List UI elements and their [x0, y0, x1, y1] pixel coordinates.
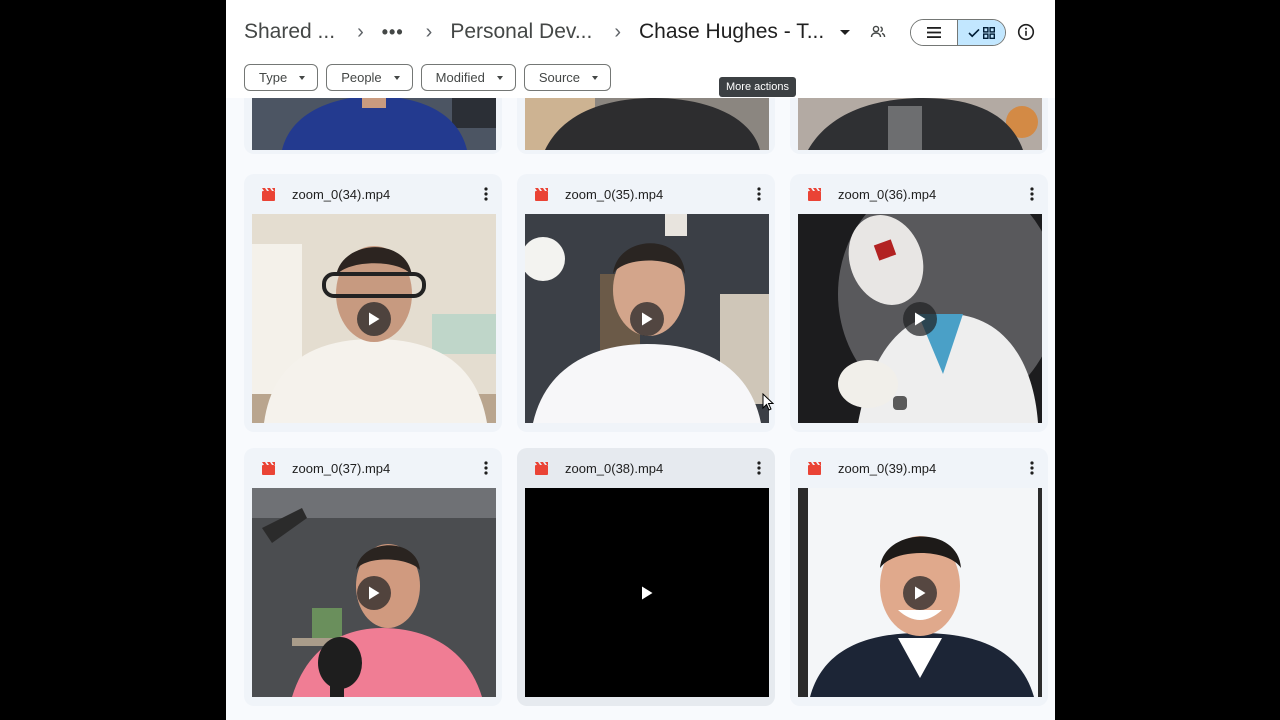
breadcrumb: Shared ... › ••• › Personal Dev... › Cha… [244, 14, 886, 50]
file-card-header: zoom_0(38).mp4 [517, 448, 775, 488]
video-thumbnail[interactable] [525, 488, 769, 697]
more-vert-icon[interactable] [1030, 461, 1034, 475]
filter-modified[interactable]: Modified [420, 64, 516, 91]
filter-label: Type [259, 70, 288, 85]
more-actions-tooltip: More actions [719, 77, 796, 97]
chevron-right-icon: › [357, 20, 364, 43]
mouse-pointer-icon [762, 393, 774, 411]
video-thumbnail[interactable] [252, 488, 496, 697]
file-name: zoom_0(39).mp4 [838, 460, 937, 476]
filter-people[interactable]: People [326, 64, 413, 91]
file-card-header: zoom_0(34).mp4 [244, 174, 502, 214]
video-thumbnail[interactable] [798, 488, 1042, 697]
folder-menu-dropdown-icon[interactable] [840, 29, 851, 35]
play-icon [369, 586, 380, 599]
file-card-header: zoom_0(39).mp4 [790, 448, 1048, 488]
play-icon [915, 586, 926, 599]
more-vert-icon[interactable] [1030, 187, 1034, 201]
play-button[interactable] [903, 301, 937, 336]
grid-view-button[interactable] [958, 20, 1005, 45]
check-icon [968, 28, 980, 37]
video-thumbnail[interactable] [798, 214, 1042, 423]
play-icon [915, 312, 926, 325]
file-card[interactable]: zoom_0(36).mp4 [790, 174, 1048, 432]
info-icon [1017, 23, 1035, 41]
filter-source[interactable]: Source [523, 64, 612, 91]
video-file-icon [535, 461, 548, 475]
arrow-drop-down-icon [393, 75, 400, 80]
video-file-icon [808, 461, 821, 475]
video-thumbnail[interactable] [525, 98, 769, 150]
file-card-header: zoom_0(37).mp4 [244, 448, 502, 488]
file-card[interactable]: zoom_0(38).mp4 [517, 448, 775, 706]
file-card-partial[interactable] [244, 98, 502, 154]
more-vert-icon[interactable] [484, 461, 488, 475]
play-button[interactable] [630, 576, 664, 610]
video-thumbnail[interactable] [525, 214, 769, 423]
filter-label: People [341, 70, 382, 85]
list-view-icon [927, 27, 941, 38]
breadcrumb-personal-dev[interactable]: Personal Dev... [450, 20, 592, 44]
filter-type[interactable]: Type [244, 64, 319, 91]
file-name: zoom_0(38).mp4 [565, 460, 664, 476]
video-thumbnail[interactable] [252, 98, 496, 150]
file-card-header: zoom_0(36).mp4 [790, 174, 1048, 214]
video-thumbnail[interactable] [798, 98, 1042, 150]
play-icon [642, 586, 653, 599]
list-view-button[interactable] [911, 20, 958, 45]
arrow-drop-down-icon [299, 75, 306, 80]
play-button[interactable] [357, 575, 391, 610]
chevron-right-icon: › [425, 20, 433, 43]
breadcrumb-current-folder[interactable]: Chase Hughes - T... [639, 20, 824, 44]
breadcrumb-overflow[interactable]: ••• [382, 22, 404, 43]
file-card-partial[interactable] [790, 98, 1048, 154]
info-button[interactable] [1017, 23, 1035, 46]
file-card[interactable]: zoom_0(34).mp4 [244, 174, 502, 432]
file-card-header: zoom_0(35).mp4 [517, 174, 775, 214]
file-card[interactable]: zoom_0(39).mp4 [790, 448, 1048, 706]
video-thumbnail[interactable] [252, 214, 496, 423]
play-button[interactable] [630, 301, 664, 336]
arrow-drop-down-icon [592, 75, 599, 80]
arrow-drop-down-icon [496, 75, 503, 80]
video-file-icon [262, 187, 275, 201]
drive-window: Shared ... › ••• › Personal Dev... › Cha… [226, 0, 1055, 720]
header: Shared ... › ••• › Personal Dev... › Cha… [226, 0, 1055, 98]
more-vert-icon[interactable] [757, 187, 761, 201]
shared-people-icon[interactable] [870, 25, 886, 39]
video-file-icon [535, 187, 548, 201]
filter-bar: Type People Modified Source [244, 64, 612, 91]
filter-label: Modified [435, 70, 485, 85]
breadcrumb-shared[interactable]: Shared ... [244, 20, 335, 44]
video-file-icon [808, 187, 821, 201]
play-icon [369, 312, 380, 325]
more-vert-icon[interactable] [757, 461, 761, 475]
more-vert-icon[interactable] [484, 187, 488, 201]
play-button[interactable] [357, 301, 391, 336]
play-button[interactable] [903, 575, 937, 610]
file-card[interactable]: zoom_0(35).mp4 [517, 174, 775, 432]
file-grid: zoom_0(34).mp4 zoom_0(35).mp4 zoom_0(36)… [226, 98, 1055, 720]
file-name: zoom_0(37).mp4 [292, 460, 391, 476]
file-card[interactable]: zoom_0(37).mp4 [244, 448, 502, 706]
chevron-right-icon: › [614, 20, 621, 43]
grid-view-icon [983, 26, 995, 39]
file-card-partial[interactable] [517, 98, 775, 154]
file-name: zoom_0(34).mp4 [292, 186, 391, 202]
view-toggle [910, 19, 1006, 46]
play-icon [642, 312, 653, 325]
video-file-icon [262, 461, 275, 475]
file-name: zoom_0(36).mp4 [838, 186, 937, 202]
file-name: zoom_0(35).mp4 [565, 186, 664, 202]
filter-label: Source [538, 70, 581, 85]
